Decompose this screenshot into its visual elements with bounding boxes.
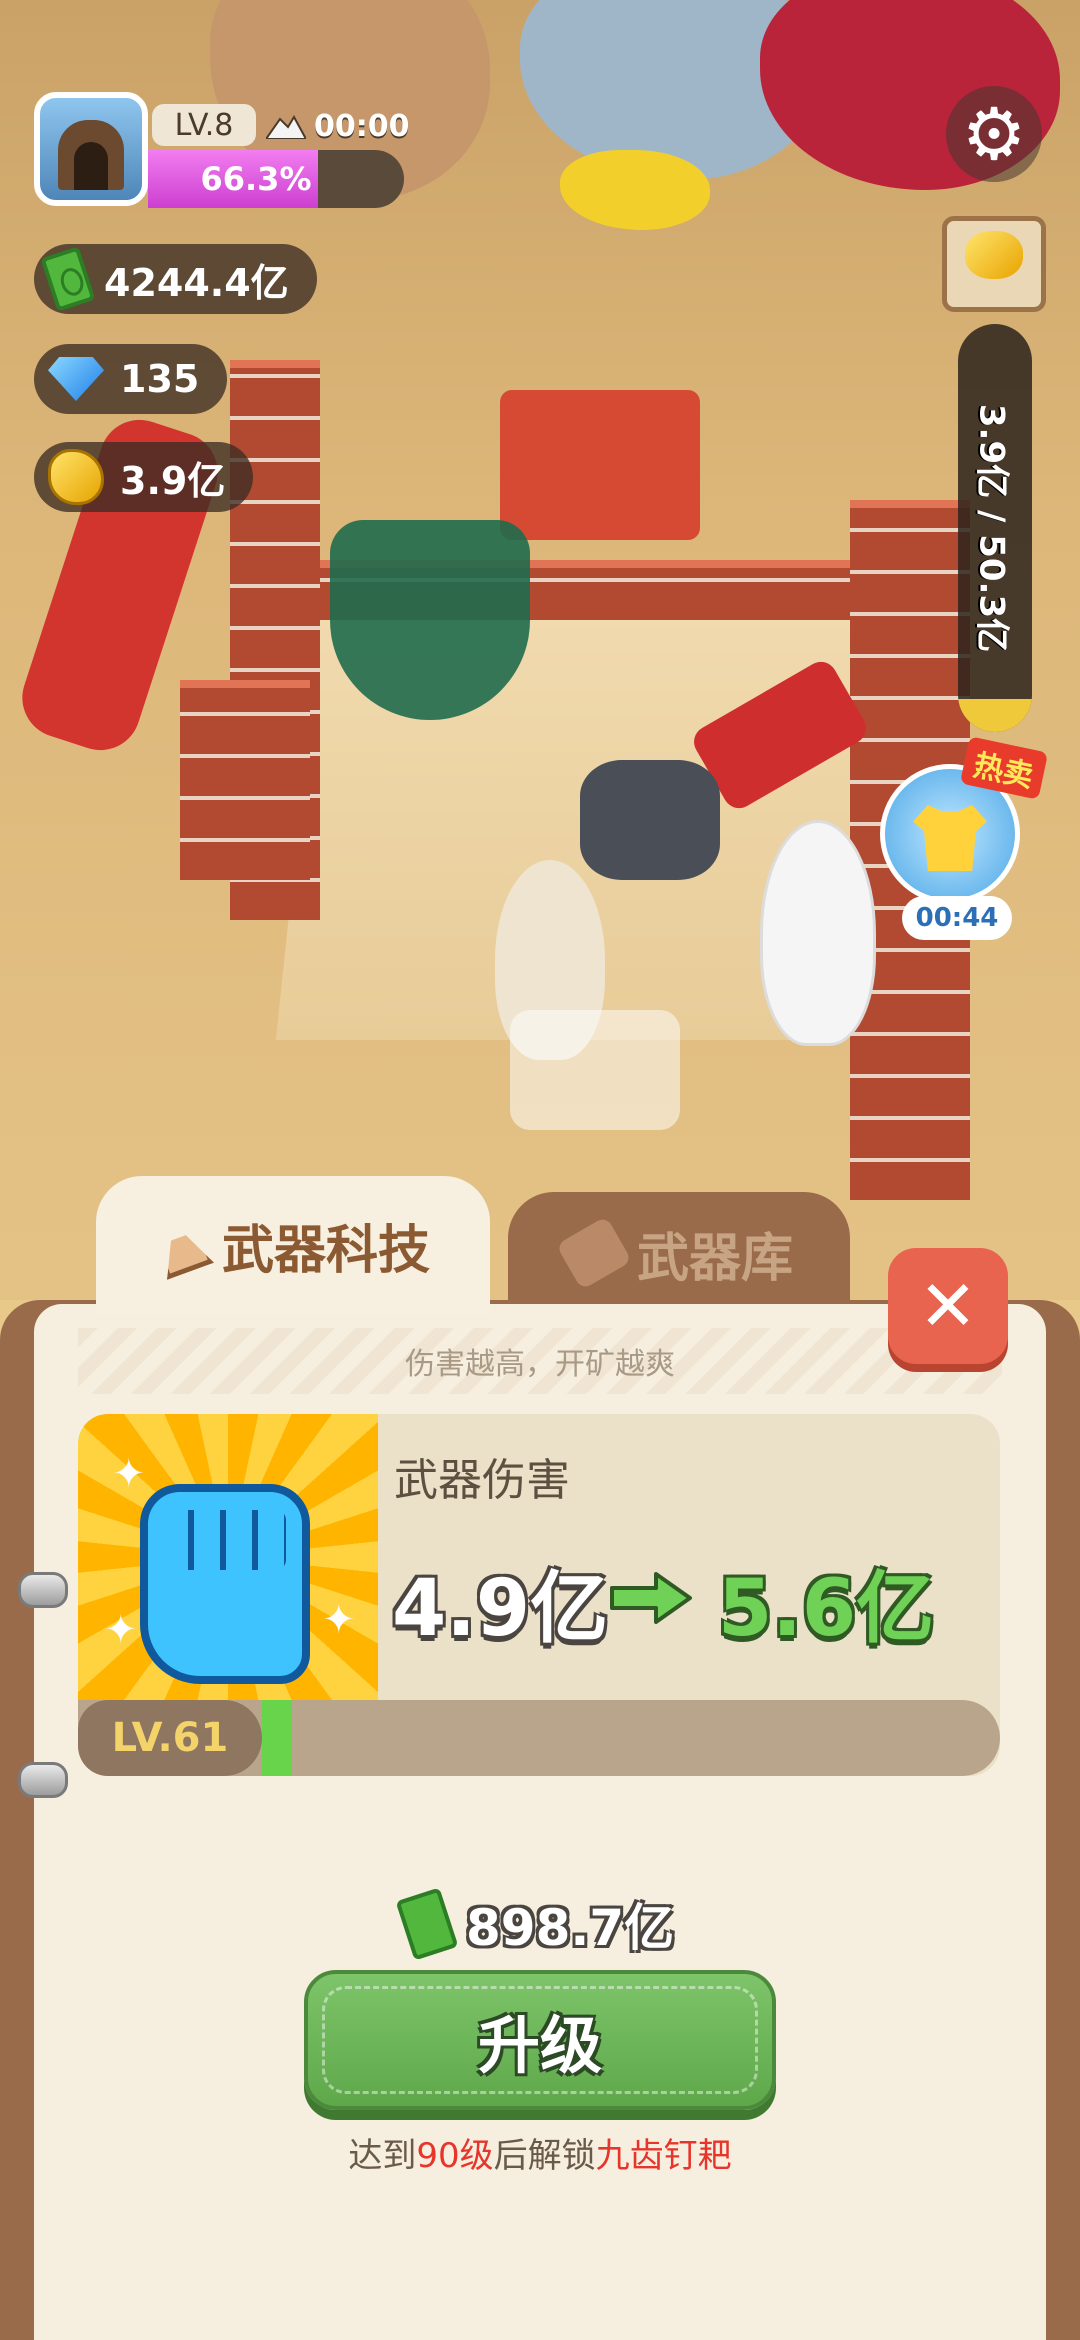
unlock-middle: 后解锁 <box>493 2136 596 2176</box>
unlock-prefix: 达到 <box>348 2136 417 2176</box>
tab-armory-label: 武器库 <box>636 1228 793 1289</box>
weapon-damage-card: ✦ ✦ ✦ 武器伤害 4.9亿 5.6亿 LV.61 <box>78 1414 1000 1776</box>
fist-card-icon: ✦ ✦ ✦ <box>78 1414 378 1700</box>
sparkle-icon: ✦ <box>112 1451 146 1497</box>
upgrade-cost-value: 898.7亿 <box>466 1899 675 1957</box>
tab-weapon-armory[interactable]: 武器库 <box>508 1192 850 1314</box>
unlock-level: 90级 <box>416 2136 494 2176</box>
tab-tech-label: 武器科技 <box>221 1220 430 1281</box>
upgrade-button-label: 升级 <box>477 2009 602 2082</box>
hot-sale-timer: 00:44 <box>902 896 1012 940</box>
machine <box>500 390 700 540</box>
mine-progress-bar: 66.3% <box>148 150 404 208</box>
cash-icon <box>395 1887 459 1961</box>
unlock-hint: 达到90级后解锁九齿钉耙 <box>0 2128 1080 2177</box>
gold-counter[interactable]: 3.9亿 <box>34 442 254 512</box>
mine-entrance-icon <box>58 120 124 190</box>
cash-icon <box>40 246 96 312</box>
upgrade-button[interactable]: 升级 <box>304 1970 776 2110</box>
anchor-weapon <box>330 520 530 720</box>
sparkle-icon: ✦ <box>104 1607 138 1653</box>
stat-current-value: 4.9亿 <box>392 1564 609 1654</box>
binder-ring-icon <box>18 1762 68 1798</box>
gear-icon: ⚙ <box>961 92 1027 176</box>
gold-nugget-icon <box>48 449 104 505</box>
mountain-icon <box>266 114 306 139</box>
scientist-character <box>760 820 876 1046</box>
cash-value: 4244.4亿 <box>104 260 289 305</box>
gold-ore <box>560 150 710 230</box>
player-level: LV.8 <box>152 104 256 146</box>
close-icon: ✕ <box>918 1265 978 1347</box>
brick-pillar <box>180 680 310 880</box>
diamond-icon <box>48 357 104 401</box>
shirt-icon <box>913 805 987 871</box>
settings-button[interactable]: ⚙ <box>946 86 1042 182</box>
weapon-level-fill <box>262 1700 292 1776</box>
timer-text: 00:00 <box>314 108 410 144</box>
gold-capacity-text: 3.9亿 / 50.3亿 <box>971 403 1012 653</box>
stat-next-value: 5.6亿 <box>718 1564 935 1654</box>
gem-value: 135 <box>120 357 200 401</box>
player-avatar[interactable] <box>34 92 148 206</box>
weapon-level-bar: LV.61 <box>78 1700 1000 1776</box>
tab-weapon-tech[interactable]: 武器科技 <box>96 1176 490 1314</box>
mine-progress-text: 66.3% <box>200 160 312 198</box>
gold-value: 3.9亿 <box>120 458 226 503</box>
fist-icon <box>140 1484 310 1684</box>
timer: 00:00 <box>266 106 410 146</box>
sparkle-icon: ✦ <box>322 1597 356 1643</box>
flask-icon <box>148 1210 214 1280</box>
gold-capacity-bar: 3.9亿 / 50.3亿 <box>958 324 1032 732</box>
unlock-item: 九齿钉耙 <box>595 2136 732 2176</box>
arrow-right-icon <box>610 1572 692 1624</box>
claw-weapon <box>580 760 720 880</box>
weapon-level-label: LV.61 <box>78 1700 262 1776</box>
dynamite-icon <box>555 1215 633 1291</box>
gold-storage-button[interactable] <box>942 216 1046 312</box>
stat-name: 武器伤害 <box>394 1455 570 1506</box>
cash-counter[interactable]: 4244.4亿 <box>34 244 317 314</box>
gem-counter[interactable]: 135 <box>34 344 228 414</box>
subtitle-banner: 伤害越高，开矿越爽 <box>78 1328 1002 1394</box>
binder-ring-icon <box>18 1572 68 1608</box>
gold-crate-icon <box>965 231 1023 279</box>
upgrade-cost: 898.7亿 <box>395 1887 675 1961</box>
close-button[interactable]: ✕ <box>888 1248 1008 1364</box>
fist-floor-marker <box>510 1010 680 1130</box>
gold-capacity-fill <box>958 699 1032 732</box>
panel-subtitle: 伤害越高，开矿越爽 <box>405 1347 675 1382</box>
